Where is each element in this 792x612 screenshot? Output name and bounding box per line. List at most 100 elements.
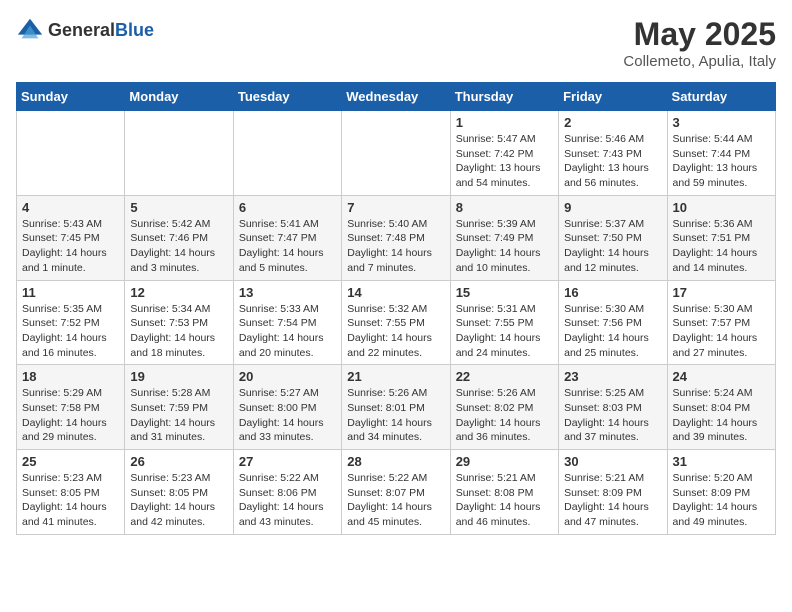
calendar-cell: 5 Sunrise: 5:42 AM Sunset: 7:46 PM Daylig… — [125, 195, 233, 280]
day-number: 17 — [673, 285, 770, 300]
day-number: 21 — [347, 369, 444, 384]
calendar-cell: 20 Sunrise: 5:27 AM Sunset: 8:00 PM Dayli… — [233, 365, 341, 450]
day-number: 26 — [130, 454, 227, 469]
calendar-cell: 17Sunrise: 5:30 AM Sunset: 7:57 PM Dayli… — [667, 280, 775, 365]
calendar-cell: 1 Sunrise: 5:47 AM Sunset: 7:42 PM Daylig… — [450, 111, 558, 196]
day-number: 11 — [22, 285, 119, 300]
calendar-location: Collemeto, Apulia, Italy — [623, 53, 776, 70]
calendar-cell — [342, 111, 450, 196]
day-number: 29 — [456, 454, 553, 469]
calendar-cell: 22 Sunrise: 5:26 AM Sunset: 8:02 PM Dayli… — [450, 365, 558, 450]
day-info: Sunrise: 5:42 AM Sunset: 7:46 PM Dayligh… — [130, 217, 227, 276]
day-number: 14 — [347, 285, 444, 300]
weekday-header-saturday: Saturday — [667, 83, 775, 111]
calendar-cell: 25 Sunrise: 5:23 AM Sunset: 8:05 PM Dayli… — [17, 450, 125, 535]
logo: GeneralBlue — [16, 16, 154, 44]
calendar-cell: 19 Sunrise: 5:28 AM Sunset: 7:59 PM Dayli… — [125, 365, 233, 450]
calendar-cell: 8 Sunrise: 5:39 AM Sunset: 7:49 PM Daylig… — [450, 195, 558, 280]
day-info: Sunrise: 5:46 AM Sunset: 7:43 PM Dayligh… — [564, 132, 661, 191]
day-number: 28 — [347, 454, 444, 469]
day-number: 1 — [456, 115, 553, 130]
day-info: Sunrise: 5:40 AM Sunset: 7:48 PM Dayligh… — [347, 217, 444, 276]
calendar-header-row: SundayMondayTuesdayWednesdayThursdayFrid… — [17, 83, 776, 111]
day-info: Sunrise: 5:27 AM Sunset: 8:00 PM Dayligh… — [239, 386, 336, 445]
day-info: Sunrise: 5:34 AM Sunset: 7:53 PM Dayligh… — [130, 302, 227, 361]
day-number: 8 — [456, 200, 553, 215]
page-header: GeneralBlue May 2025 Collemeto, Apulia, … — [16, 16, 776, 70]
calendar-cell: 18 Sunrise: 5:29 AM Sunset: 7:58 PM Dayli… — [17, 365, 125, 450]
weekday-header-thursday: Thursday — [450, 83, 558, 111]
calendar-cell: 6Sunrise: 5:41 AM Sunset: 7:47 PM Daylig… — [233, 195, 341, 280]
calendar-cell: 10 Sunrise: 5:36 AM Sunset: 7:51 PM Dayli… — [667, 195, 775, 280]
calendar-cell: 9 Sunrise: 5:37 AM Sunset: 7:50 PM Daylig… — [559, 195, 667, 280]
day-number: 24 — [673, 369, 770, 384]
calendar-week-3: 11 Sunrise: 5:35 AM Sunset: 7:52 PM Dayli… — [17, 280, 776, 365]
logo-text-general: General — [48, 20, 115, 40]
day-info: Sunrise: 5:36 AM Sunset: 7:51 PM Dayligh… — [673, 217, 770, 276]
day-number: 3 — [673, 115, 770, 130]
day-info: Sunrise: 5:22 AM Sunset: 8:07 PM Dayligh… — [347, 471, 444, 530]
day-number: 4 — [22, 200, 119, 215]
day-number: 9 — [564, 200, 661, 215]
calendar-cell: 31Sunrise: 5:20 AM Sunset: 8:09 PM Dayli… — [667, 450, 775, 535]
calendar-week-5: 25 Sunrise: 5:23 AM Sunset: 8:05 PM Dayli… — [17, 450, 776, 535]
day-number: 2 — [564, 115, 661, 130]
calendar-table: SundayMondayTuesdayWednesdayThursdayFrid… — [16, 82, 776, 535]
day-info: Sunrise: 5:30 AM Sunset: 7:56 PM Dayligh… — [564, 302, 661, 361]
logo-text-blue: Blue — [115, 20, 154, 40]
day-number: 5 — [130, 200, 227, 215]
day-number: 16 — [564, 285, 661, 300]
day-info: Sunrise: 5:22 AM Sunset: 8:06 PM Dayligh… — [239, 471, 336, 530]
day-number: 30 — [564, 454, 661, 469]
day-number: 27 — [239, 454, 336, 469]
calendar-cell — [17, 111, 125, 196]
calendar-cell: 2 Sunrise: 5:46 AM Sunset: 7:43 PM Daylig… — [559, 111, 667, 196]
calendar-cell: 24Sunrise: 5:24 AM Sunset: 8:04 PM Dayli… — [667, 365, 775, 450]
calendar-cell: 11 Sunrise: 5:35 AM Sunset: 7:52 PM Dayli… — [17, 280, 125, 365]
calendar-cell: 4 Sunrise: 5:43 AM Sunset: 7:45 PM Daylig… — [17, 195, 125, 280]
day-info: Sunrise: 5:32 AM Sunset: 7:55 PM Dayligh… — [347, 302, 444, 361]
calendar-cell: 27 Sunrise: 5:22 AM Sunset: 8:06 PM Dayli… — [233, 450, 341, 535]
calendar-cell — [233, 111, 341, 196]
day-number: 10 — [673, 200, 770, 215]
calendar-cell: 12Sunrise: 5:34 AM Sunset: 7:53 PM Dayli… — [125, 280, 233, 365]
calendar-week-1: 1 Sunrise: 5:47 AM Sunset: 7:42 PM Daylig… — [17, 111, 776, 196]
calendar-cell — [125, 111, 233, 196]
calendar-week-4: 18 Sunrise: 5:29 AM Sunset: 7:58 PM Dayli… — [17, 365, 776, 450]
logo-icon — [16, 16, 44, 44]
day-info: Sunrise: 5:47 AM Sunset: 7:42 PM Dayligh… — [456, 132, 553, 191]
calendar-cell: 14 Sunrise: 5:32 AM Sunset: 7:55 PM Dayli… — [342, 280, 450, 365]
day-info: Sunrise: 5:28 AM Sunset: 7:59 PM Dayligh… — [130, 386, 227, 445]
calendar-cell: 13Sunrise: 5:33 AM Sunset: 7:54 PM Dayli… — [233, 280, 341, 365]
weekday-header-tuesday: Tuesday — [233, 83, 341, 111]
day-info: Sunrise: 5:33 AM Sunset: 7:54 PM Dayligh… — [239, 302, 336, 361]
day-info: Sunrise: 5:43 AM Sunset: 7:45 PM Dayligh… — [22, 217, 119, 276]
calendar-week-2: 4 Sunrise: 5:43 AM Sunset: 7:45 PM Daylig… — [17, 195, 776, 280]
calendar-cell: 21 Sunrise: 5:26 AM Sunset: 8:01 PM Dayli… — [342, 365, 450, 450]
day-number: 20 — [239, 369, 336, 384]
day-number: 18 — [22, 369, 119, 384]
day-number: 25 — [22, 454, 119, 469]
day-number: 22 — [456, 369, 553, 384]
weekday-header-monday: Monday — [125, 83, 233, 111]
day-number: 15 — [456, 285, 553, 300]
day-info: Sunrise: 5:23 AM Sunset: 8:05 PM Dayligh… — [130, 471, 227, 530]
day-info: Sunrise: 5:29 AM Sunset: 7:58 PM Dayligh… — [22, 386, 119, 445]
day-info: Sunrise: 5:35 AM Sunset: 7:52 PM Dayligh… — [22, 302, 119, 361]
day-info: Sunrise: 5:37 AM Sunset: 7:50 PM Dayligh… — [564, 217, 661, 276]
calendar-cell: 16 Sunrise: 5:30 AM Sunset: 7:56 PM Dayli… — [559, 280, 667, 365]
day-info: Sunrise: 5:21 AM Sunset: 8:09 PM Dayligh… — [564, 471, 661, 530]
day-number: 19 — [130, 369, 227, 384]
day-info: Sunrise: 5:25 AM Sunset: 8:03 PM Dayligh… — [564, 386, 661, 445]
weekday-header-wednesday: Wednesday — [342, 83, 450, 111]
day-info: Sunrise: 5:26 AM Sunset: 8:02 PM Dayligh… — [456, 386, 553, 445]
day-info: Sunrise: 5:26 AM Sunset: 8:01 PM Dayligh… — [347, 386, 444, 445]
day-info: Sunrise: 5:20 AM Sunset: 8:09 PM Dayligh… — [673, 471, 770, 530]
day-info: Sunrise: 5:23 AM Sunset: 8:05 PM Dayligh… — [22, 471, 119, 530]
weekday-header-sunday: Sunday — [17, 83, 125, 111]
calendar-cell: 7 Sunrise: 5:40 AM Sunset: 7:48 PM Daylig… — [342, 195, 450, 280]
day-info: Sunrise: 5:39 AM Sunset: 7:49 PM Dayligh… — [456, 217, 553, 276]
day-info: Sunrise: 5:21 AM Sunset: 8:08 PM Dayligh… — [456, 471, 553, 530]
calendar-title: May 2025 — [623, 16, 776, 53]
day-number: 7 — [347, 200, 444, 215]
